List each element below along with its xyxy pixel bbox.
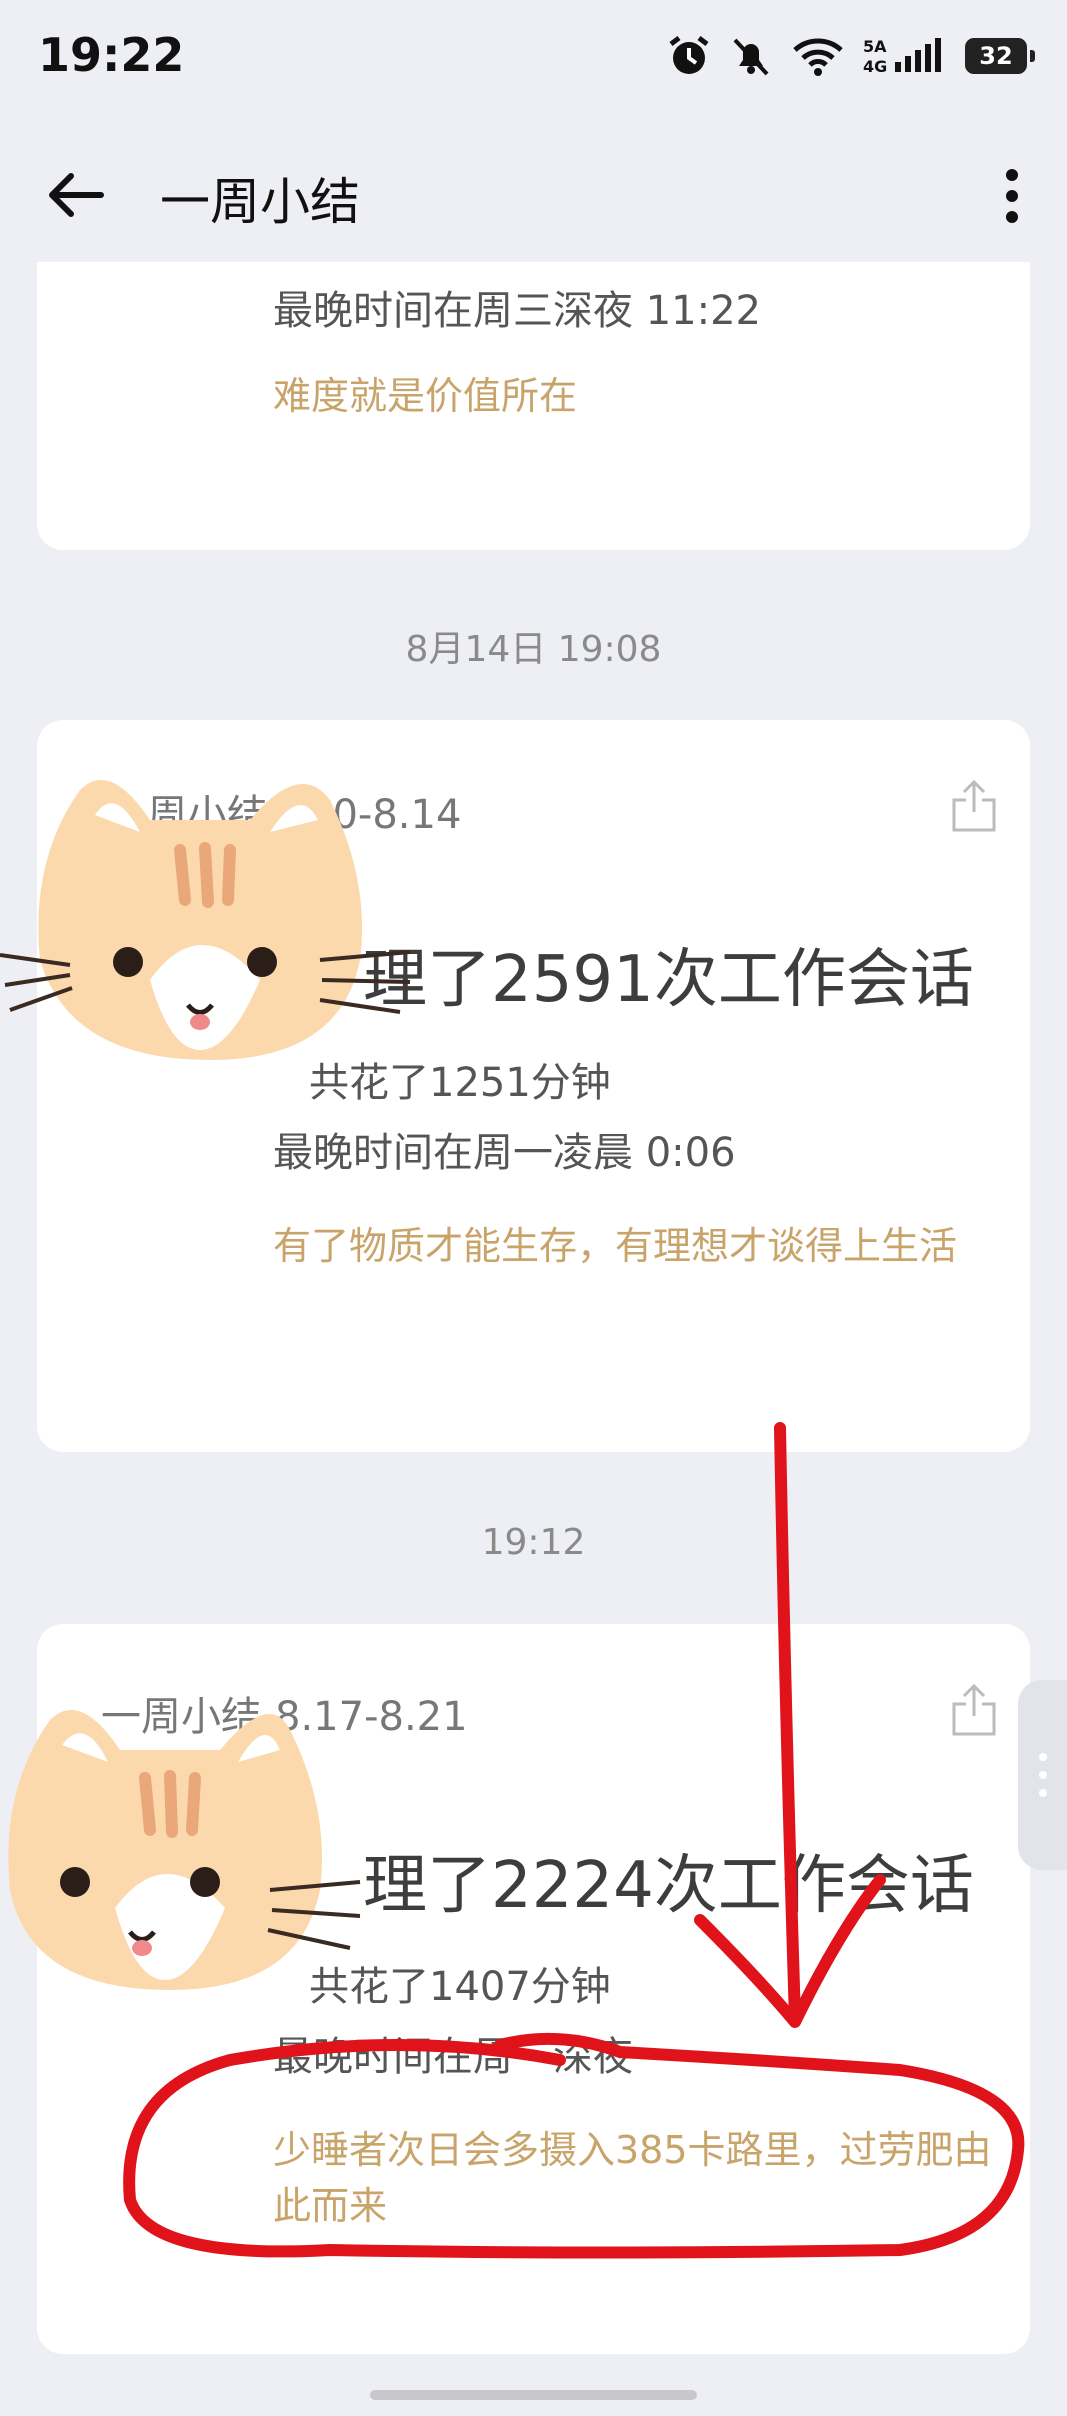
more-button[interactable] <box>977 158 1047 234</box>
summary-card-previous: 最晚时间在周三深夜 11:22 难度就是价值所在 <box>37 262 1030 550</box>
svg-text:5A: 5A <box>863 37 887 56</box>
bell-off-icon <box>733 38 769 76</box>
svg-text:4G: 4G <box>863 57 887 76</box>
more-vertical-icon <box>1006 169 1018 181</box>
alarm-icon <box>669 36 709 74</box>
back-button[interactable] <box>30 160 120 230</box>
wifi-icon <box>793 38 843 76</box>
page-title: 一周小结 <box>160 173 360 231</box>
session-count-text: 理了2224次工作会话 <box>363 1849 974 1923</box>
share-icon[interactable] <box>948 1682 1000 1738</box>
app-bar: 一周小结 <box>0 140 1067 250</box>
latest-time-text: 最晚时间在周三深夜 11:22 <box>273 288 761 334</box>
motto-text: 难度就是价值所在 <box>273 374 578 418</box>
motto-text: 少睡者次日会多摄入385卡路里，过劳肥由此而来 <box>273 2128 992 2228</box>
battery-indicator: 32 <box>965 38 1035 74</box>
latest-time-text: 最晚时间在周 深夜 <box>273 2034 633 2080</box>
cat-sticker <box>8 1710 361 1990</box>
timestamp-separator: 8月14日 19:08 <box>405 629 662 670</box>
home-indicator[interactable] <box>370 2390 697 2400</box>
side-drawer-handle[interactable] <box>1018 1680 1067 1870</box>
timestamp-separator: 19:12 <box>481 1522 586 1563</box>
motto-text: 有了物质才能生存，有理想才谈得上生活 <box>273 1224 958 1268</box>
arrow-left-icon <box>49 173 104 217</box>
status-bar: 19:22 5A 4G 32 <box>0 0 1067 110</box>
latest-time-text: 最晚时间在周一凌晨 0:06 <box>273 1130 736 1176</box>
signal-icon: 5A 4G <box>863 37 941 76</box>
status-time: 19:22 <box>38 28 185 82</box>
status-icons: 5A 4G 32 <box>667 28 1035 84</box>
session-count-text: 理了2591次工作会话 <box>363 943 974 1017</box>
share-icon[interactable] <box>948 778 1000 834</box>
cat-sticker <box>0 780 411 1060</box>
